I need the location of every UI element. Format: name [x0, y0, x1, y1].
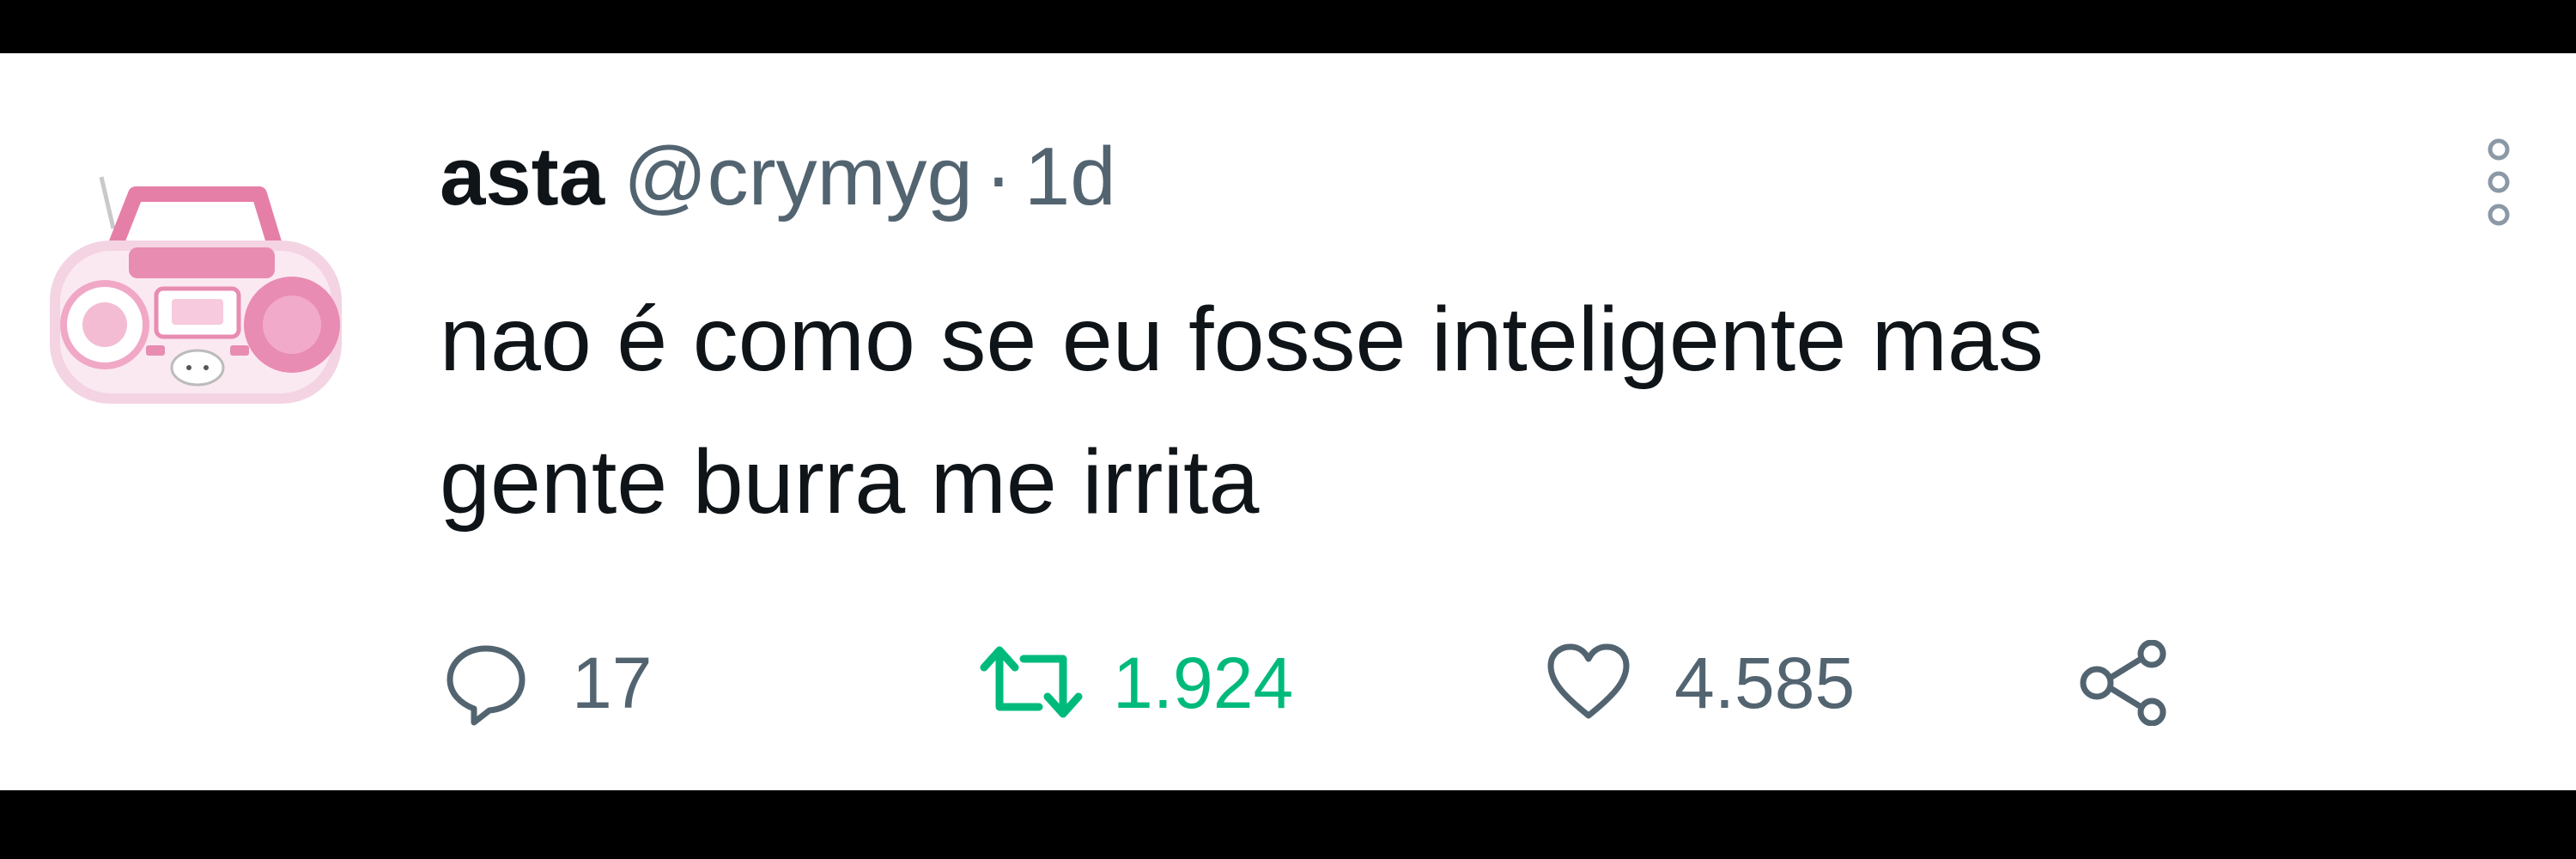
tweet-header: asta @crymyg · 1d	[440, 125, 1116, 228]
share-icon	[2080, 640, 2166, 726]
tweet-text-line: nao é como se eu fosse inteligente mas	[440, 289, 2044, 390]
tweet-text-line: gente burra me irrita	[440, 431, 1260, 533]
speech-bubble-icon	[447, 645, 526, 726]
heart-icon	[1547, 643, 1630, 719]
reply-button[interactable]: 17	[443, 636, 652, 730]
bottom-black-bar	[0, 790, 2576, 859]
tweet-timestamp[interactable]: 1d	[1024, 131, 1116, 222]
avatar[interactable]	[34, 168, 349, 417]
pink-boombox-icon	[50, 176, 342, 404]
more-vertical-icon	[2488, 138, 2510, 226]
top-black-bar	[0, 0, 2576, 53]
author-handle[interactable]: @crymyg	[623, 131, 973, 222]
retweet-icon	[980, 646, 1083, 718]
separator-dot: ·	[984, 131, 1012, 222]
retweet-count: 1.924	[1113, 643, 1294, 723]
more-options-button[interactable]	[2483, 131, 2514, 234]
like-button[interactable]: 4.585	[1546, 636, 1855, 730]
reply-count: 17	[572, 643, 653, 723]
share-button[interactable]	[2078, 636, 2172, 730]
tweet-card[interactable]: asta @crymyg · 1d nao é como se eu fosse in…	[0, 53, 2576, 790]
retweet-button[interactable]: 1.924	[975, 636, 1293, 730]
author-name[interactable]: asta	[440, 131, 605, 222]
like-count: 4.585	[1674, 643, 1856, 723]
tweet-text: nao é como se eu fosse inteligente mas g…	[440, 268, 2500, 553]
tweet-action-bar: 17 1.924 4.585	[443, 636, 2504, 730]
